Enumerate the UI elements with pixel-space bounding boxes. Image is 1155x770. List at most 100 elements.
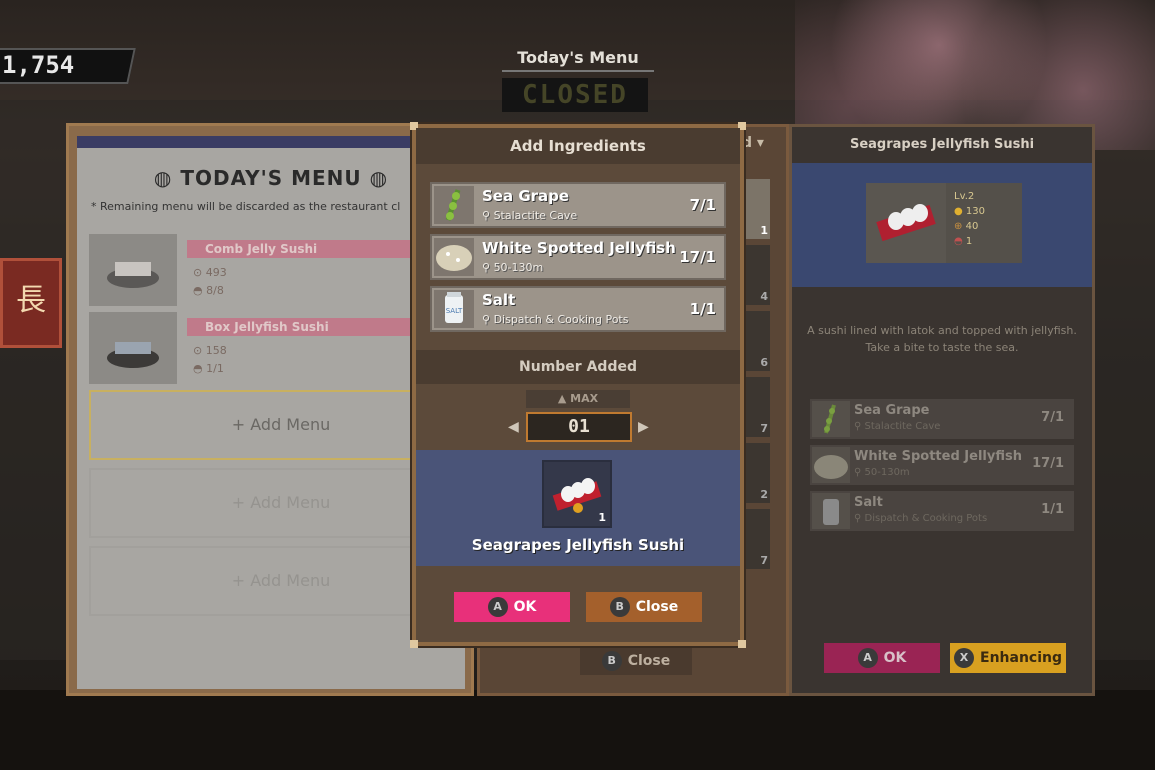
ingredient-count: 17/1 — [679, 248, 716, 266]
ingredient-count: 1/1 — [1041, 502, 1064, 517]
sushi-thumbnail — [89, 312, 177, 384]
ingredient-location: ⚲ 50-130m — [854, 467, 910, 478]
ok-button[interactable]: A OK — [454, 592, 570, 622]
pin-icon: ⚲ — [854, 467, 862, 478]
ingredient-name: Sea Grape — [854, 403, 930, 418]
taste-stat: ⊕ 40 — [954, 221, 979, 232]
recipe-list-header: d ▾ — [742, 135, 764, 151]
close-button[interactable]: B Close — [586, 592, 702, 622]
number-added-header: Number Added — [416, 350, 740, 384]
x-button-icon: X — [954, 648, 974, 668]
salt-icon — [812, 493, 850, 529]
ingredient-count: 17/1 — [1032, 456, 1064, 471]
level-label: Lv.2 — [954, 191, 975, 202]
restaurant-sign: 長 — [0, 258, 62, 348]
ingredient-location: ⚲ 50-130m — [482, 261, 544, 274]
recipe-slot[interactable]: 6 — [744, 311, 770, 371]
add-ingredients-dialog: Add Ingredients Sea Grape ⚲ Stalactite C… — [410, 122, 746, 648]
ingredient-count: 7/1 — [689, 196, 716, 214]
menu-item-name: Box Jellyfish Sushi — [187, 318, 427, 336]
ingredient-row: SALT Salt ⚲ Dispatch & Cooking Pots 1/1 — [430, 286, 726, 332]
enhancing-button[interactable]: X Enhancing — [950, 643, 1066, 673]
ingredient-name: Salt — [482, 291, 516, 309]
menu-item-count: ◓ 1/1 — [193, 362, 224, 375]
todays-menu-title: ◍ TODAY'S MENU ◍ — [153, 166, 389, 190]
sea-grape-icon — [812, 401, 850, 437]
close-button[interactable]: B Close — [580, 647, 692, 675]
sushi-thumbnail — [89, 234, 177, 306]
pin-icon: ⚲ — [482, 261, 491, 274]
ingredient-count: 7/1 — [1041, 410, 1064, 425]
recipe-slot[interactable]: 7 — [744, 509, 770, 569]
salt-icon: SALT — [434, 290, 474, 328]
quantity-stat: ◓ 1 — [954, 236, 973, 247]
menu-item-count: ◓ 8/8 — [193, 284, 224, 297]
sushi-icon — [866, 183, 946, 263]
max-button[interactable]: ▲ MAX — [526, 390, 630, 408]
ingredient-row: Sea Grape ⚲ Stalactite Cave 7/1 — [810, 399, 1074, 439]
corner-ornament — [410, 640, 418, 648]
recipe-detail-panel: Seagrapes Jellyfish Sushi Lv.2 ● 130 ⊕ 4… — [789, 124, 1095, 696]
corner-ornament — [738, 640, 746, 648]
dialog-title: Add Ingredients — [416, 128, 740, 164]
jellyfish-icon — [812, 447, 850, 483]
token-icon: ◍ — [153, 166, 181, 190]
quantity-stepper[interactable]: 01 — [526, 412, 632, 442]
ingredient-row: White Spotted Jellyfish ⚲ 50-130m 17/1 — [430, 234, 726, 280]
panel-stripe — [77, 136, 465, 148]
menu-item-price: ⊙ 493 — [193, 266, 227, 279]
ok-button[interactable]: A OK — [824, 643, 940, 673]
taste-icon: ⊕ — [954, 221, 963, 232]
game-scene: 長 1,754 Today's Menu CLOSED ◍ TODAY'S ME… — [0, 0, 1155, 770]
ingredient-name: White Spotted Jellyfish — [482, 239, 676, 257]
recipe-stats: Lv.2 ● 130 ⊕ 40 ◓ 1 — [946, 183, 1022, 263]
coin-icon: ● — [954, 206, 963, 217]
jellyfish-icon — [434, 238, 474, 276]
ingredient-location: ⚲ Stalactite Cave — [482, 209, 578, 222]
recipe-slot[interactable]: 7 — [744, 377, 770, 437]
ingredient-row: Salt ⚲ Dispatch & Cooking Pots 1/1 — [810, 491, 1074, 531]
recipe-hero: Lv.2 ● 130 ⊕ 40 ◓ 1 — [792, 163, 1092, 287]
token-icon: ◍ — [361, 166, 389, 190]
ingredient-location: ⚲ Stalactite Cave — [854, 421, 941, 432]
recipe-slot[interactable]: 4 — [744, 245, 770, 305]
pin-icon: ⚲ — [854, 421, 862, 432]
ingredient-name: Salt — [854, 495, 883, 510]
background-floor — [0, 690, 1155, 770]
sea-grape-icon — [434, 186, 474, 224]
ingredient-location: ⚲ Dispatch & Cooking Pots — [482, 313, 629, 326]
result-quantity: 1 — [598, 511, 606, 524]
salt-label: SALT — [446, 307, 463, 315]
result-preview: 1 Seagrapes Jellyfish Sushi — [416, 450, 740, 566]
price-stat: ● 130 — [954, 206, 986, 217]
decrease-arrow-icon[interactable]: ◀ — [508, 419, 519, 435]
ingredient-name: Sea Grape — [482, 187, 570, 205]
b-button-icon: B — [609, 597, 630, 617]
chevron-down-icon: ▾ — [756, 135, 764, 151]
recipe-description: A sushi lined with latok and topped with… — [807, 324, 1077, 354]
increase-arrow-icon[interactable]: ▶ — [638, 419, 649, 435]
dish-icon: ◓ — [954, 236, 963, 247]
menu-item-name: Comb Jelly Sushi — [187, 240, 427, 258]
ingredient-row: Sea Grape ⚲ Stalactite Cave 7/1 — [430, 182, 726, 228]
menu-item-price: ⊙ 158 — [193, 344, 227, 357]
ingredient-name: White Spotted Jellyfish — [854, 449, 1022, 464]
discard-note: * Remaining menu will be discarded as th… — [91, 200, 401, 213]
recipe-slot[interactable]: 2 — [744, 443, 770, 503]
ingredient-location: ⚲ Dispatch & Cooking Pots — [854, 513, 988, 524]
sushi-icon: 1 — [542, 460, 612, 528]
a-button-icon: A — [487, 597, 508, 617]
a-button-icon: A — [857, 648, 878, 668]
result-name: Seagrapes Jellyfish Sushi — [471, 536, 685, 554]
coin-counter: 1,754 — [2, 51, 75, 79]
pin-icon: ⚲ — [854, 513, 862, 524]
ingredient-row: White Spotted Jellyfish ⚲ 50-130m 17/1 — [810, 445, 1074, 485]
restaurant-status: CLOSED — [502, 78, 648, 112]
ingredient-count: 1/1 — [689, 300, 716, 318]
page-title: Today's Menu — [502, 44, 654, 72]
pin-icon: ⚲ — [482, 209, 491, 222]
pin-icon: ⚲ — [482, 313, 491, 326]
b-button-icon: B — [601, 651, 622, 671]
recipe-slot[interactable]: 1 — [744, 179, 770, 239]
recipe-title: Seagrapes Jellyfish Sushi — [849, 137, 1035, 152]
